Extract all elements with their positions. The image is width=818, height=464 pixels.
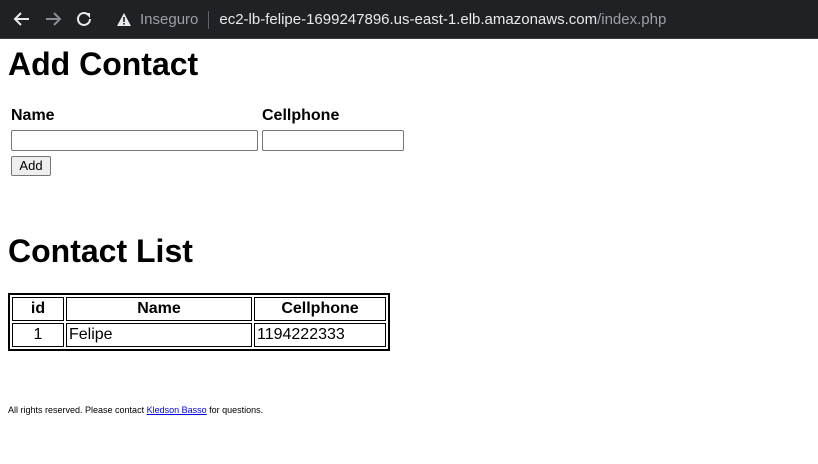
forward-button[interactable] [42, 8, 64, 30]
browser-toolbar: Inseguro ec2-lb-felipe-1699247896.us-eas… [0, 0, 818, 39]
arrow-right-icon [46, 12, 62, 26]
add-button[interactable]: Add [11, 156, 51, 176]
reload-icon [77, 11, 91, 26]
cell-id: 1 [12, 323, 64, 347]
name-label: Name [11, 107, 55, 124]
column-header-cellphone: Cellphone [254, 297, 386, 321]
reload-button[interactable] [73, 8, 95, 30]
warning-icon[interactable] [116, 12, 132, 27]
url-host: ec2-lb-felipe-1699247896.us-east-1.elb.a… [219, 11, 598, 28]
footer: All rights reserved. Please contact Kled… [8, 405, 263, 415]
column-header-name: Name [66, 297, 252, 321]
cell-name: Felipe [66, 323, 252, 347]
add-contact-heading: Add Contact [8, 46, 199, 82]
back-button[interactable] [11, 8, 33, 30]
address-bar[interactable]: Inseguro ec2-lb-felipe-1699247896.us-eas… [108, 5, 818, 34]
footer-prefix: All rights reserved. Please contact [8, 405, 147, 415]
contact-list-heading: Contact List [8, 233, 193, 269]
url-path: /index.php [597, 11, 667, 28]
footer-suffix: for questions. [206, 405, 264, 415]
arrow-left-icon [13, 12, 29, 26]
cellphone-input[interactable] [262, 130, 404, 151]
cell-cellphone: 1194222333 [254, 323, 386, 347]
name-input[interactable] [11, 130, 258, 151]
insecure-label[interactable]: Inseguro [140, 11, 198, 28]
table-header-row: id Name Cellphone [12, 297, 386, 321]
table-row: 1 Felipe 1194222333 [12, 323, 386, 347]
contacts-table: id Name Cellphone 1 Felipe 1194222333 [8, 293, 390, 351]
url-divider [208, 10, 210, 29]
cellphone-label: Cellphone [262, 107, 340, 124]
page-content: Add Contact Name Cellphone Add Contact L… [0, 39, 818, 464]
contact-link[interactable]: Kledson Basso [147, 405, 207, 415]
column-header-id: id [12, 297, 64, 321]
